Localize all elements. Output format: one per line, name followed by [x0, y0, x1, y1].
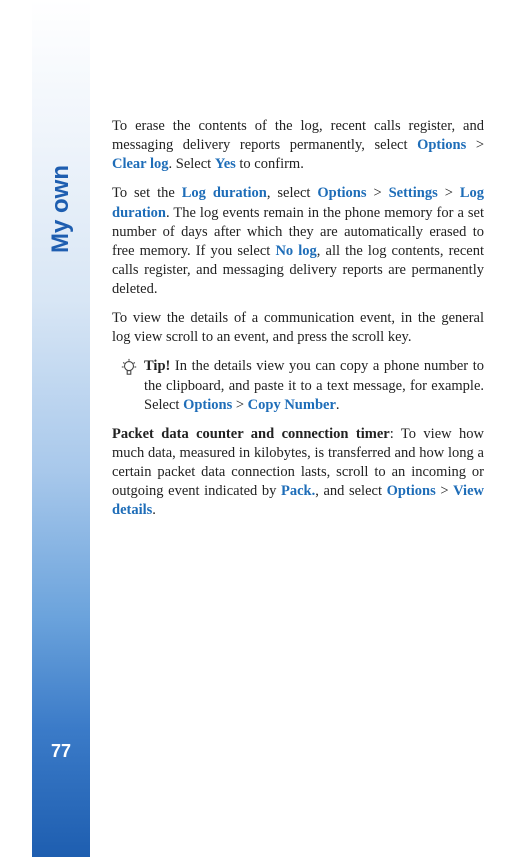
link-yes: Yes	[215, 156, 236, 172]
paragraph-erase-log: To erase the contents of the log, recent…	[112, 117, 484, 174]
text: , select	[267, 185, 318, 201]
separator: >	[438, 185, 460, 201]
separator: >	[367, 185, 389, 201]
text: to confirm.	[236, 156, 304, 172]
link-copy-number: Copy Number	[248, 397, 336, 413]
link-log-duration: Log duration	[182, 185, 267, 201]
text: , and select	[315, 483, 386, 499]
paragraph-packet-data: Packet data counter and connection timer…	[112, 425, 484, 521]
tip-block: Tip! In the details view you can copy a …	[112, 357, 484, 414]
tip-icon	[120, 358, 138, 376]
text: . Select	[169, 156, 215, 172]
text: .	[336, 397, 340, 413]
link-pack: Pack.	[281, 483, 315, 499]
separator: >	[466, 137, 484, 153]
tip-label: Tip!	[144, 358, 170, 374]
separator: >	[232, 397, 247, 413]
page-number: 77	[51, 741, 71, 762]
sidebar-gradient: My own 77	[32, 0, 90, 857]
heading-packet-data: Packet data counter and connection timer	[112, 426, 390, 442]
link-settings: Settings	[389, 185, 438, 201]
text: .	[152, 502, 156, 518]
link-no-log: No log	[275, 243, 316, 259]
link-options: Options	[387, 483, 436, 499]
text: To set the	[112, 185, 182, 201]
link-clear-log: Clear log	[112, 156, 169, 172]
separator: >	[436, 483, 453, 499]
link-options: Options	[317, 185, 366, 201]
link-options: Options	[417, 137, 466, 153]
main-content: To erase the contents of the log, recent…	[112, 117, 484, 530]
paragraph-view-details: To view the details of a communication e…	[112, 309, 484, 347]
tip-text: Tip! In the details view you can copy a …	[144, 357, 484, 414]
section-title: My own	[47, 165, 75, 253]
text: To view the details of a communication e…	[112, 310, 484, 345]
link-options: Options	[183, 397, 232, 413]
paragraph-log-duration: To set the Log duration, select Options …	[112, 184, 484, 299]
